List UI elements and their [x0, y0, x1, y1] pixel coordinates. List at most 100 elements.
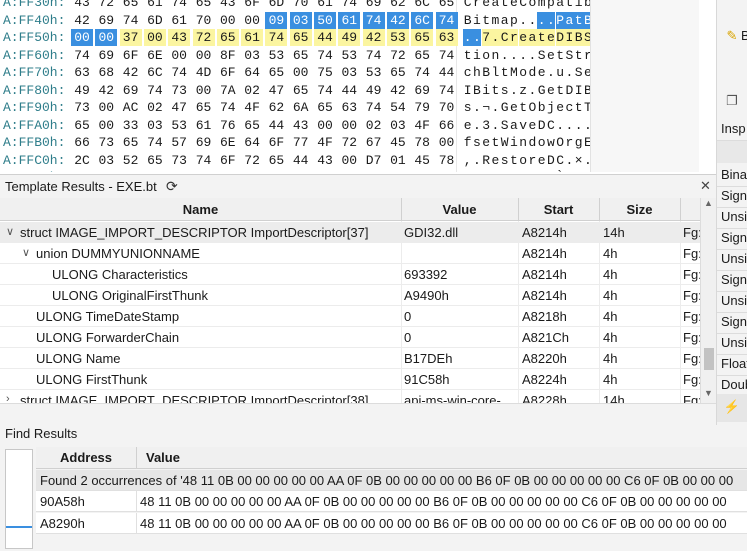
hex-char[interactable]: i [472, 47, 481, 64]
hex-byte[interactable]: 42 [71, 12, 93, 29]
hex-char[interactable]: t [565, 0, 574, 11]
hex-byte[interactable]: 00 [338, 152, 360, 169]
hex-char[interactable]: l [491, 64, 500, 81]
close-icon[interactable]: ✕ [700, 178, 711, 194]
hex-byte[interactable]: 70 [290, 0, 312, 11]
hex-char[interactable]: e [482, 169, 491, 172]
hex-char[interactable]: t [574, 47, 583, 64]
hex-byte[interactable]: 03 [338, 64, 360, 81]
hex-char[interactable]: x [491, 169, 500, 172]
hex-char[interactable]: d [528, 134, 537, 151]
hex-byte[interactable]: 7A [217, 82, 239, 99]
hex-byte[interactable]: 6C [411, 11, 434, 29]
hex-byte[interactable]: 65 [144, 152, 166, 169]
hex-char[interactable]: e [546, 82, 555, 99]
hex-char[interactable]: s [500, 152, 509, 169]
hex-char[interactable]: t [509, 152, 518, 169]
hex-byte[interactable]: 74 [144, 134, 166, 151]
hex-byte[interactable]: 00 [168, 47, 190, 64]
template-row[interactable]: › struct IMAGE_IMPORT_DESCRIPTOR ImportDe… [0, 390, 700, 403]
hex-row[interactable]: A:FF40h: 42 69 74 6D 61 70 00 00 09 03 50 61 74 42 6C 74… [0, 11, 590, 29]
hex-char[interactable]: o [519, 64, 528, 81]
hex-byte[interactable]: D7 [363, 152, 385, 169]
hex-byte[interactable]: 00 [338, 117, 360, 134]
hex-char[interactable]: D [546, 152, 555, 169]
hex-char[interactable]: G [500, 99, 509, 116]
hex-byte[interactable]: 72 [387, 47, 409, 64]
hex-byte[interactable]: 4D [193, 64, 215, 81]
hex-char[interactable]: t [574, 99, 583, 116]
hex-char[interactable]: . [472, 117, 481, 134]
hex-char[interactable]: t [491, 82, 500, 99]
hex-char[interactable]: S [583, 29, 590, 46]
template-row[interactable]: ULONG Characteristics 693392 A8214h 4h Fg: [0, 264, 700, 285]
hex-char[interactable]: C [519, 0, 528, 11]
hex-byte[interactable]: 44 [436, 64, 458, 81]
hex-byte[interactable]: 74 [71, 169, 93, 172]
hex-byte[interactable]: 63 [435, 29, 458, 46]
hex-char[interactable]: , [463, 152, 472, 169]
hex-char[interactable]: T [583, 99, 590, 116]
hex-byte[interactable]: 52 [120, 152, 142, 169]
hex-byte[interactable]: 44 [314, 29, 336, 46]
inspector-type-label[interactable]: Signe [721, 188, 747, 203]
hex-byte[interactable]: 42 [95, 82, 117, 99]
hex-byte[interactable]: 74 [314, 47, 336, 64]
hex-char[interactable]: . [565, 117, 574, 134]
hex-char[interactable]: . [546, 64, 555, 81]
hex-byte[interactable]: 33 [120, 117, 142, 134]
find-results-minimap[interactable] [5, 449, 33, 549]
hex-char[interactable]: s [463, 99, 472, 116]
hex-char[interactable]: O [509, 169, 518, 172]
hex-char[interactable]: . [546, 169, 555, 172]
hex-char[interactable]: W [500, 134, 509, 151]
hex-char[interactable]: r [509, 29, 519, 46]
chevron-down-icon[interactable]: ∨ [6, 225, 14, 238]
hex-byte[interactable]: 74 [314, 82, 336, 99]
hex-byte[interactable]: 75 [314, 64, 336, 81]
hex-char[interactable]: a [491, 0, 500, 11]
hex-byte[interactable]: 74 [338, 0, 360, 11]
hex-char[interactable]: . [490, 29, 500, 46]
hex-byte[interactable]: 65 [71, 117, 93, 134]
hex-byte[interactable]: 65 [290, 82, 312, 99]
hex-char[interactable]: C [556, 152, 565, 169]
hex-char[interactable]: i [574, 0, 583, 11]
hex-char[interactable]: t [491, 134, 500, 151]
hex-char[interactable]: b [537, 99, 546, 116]
hex-char[interactable]: o [519, 152, 528, 169]
hex-byte[interactable]: 6F [265, 134, 287, 151]
hex-char[interactable]: c [463, 64, 472, 81]
hex-byte[interactable]: 44 [290, 152, 312, 169]
hex-char[interactable]: T [472, 169, 481, 172]
hex-byte[interactable]: 00 [290, 169, 312, 172]
hex-char[interactable]: s [500, 82, 509, 99]
hex-char[interactable]: w [546, 134, 555, 151]
hex-char[interactable]: a [556, 0, 565, 11]
inspector-type-label[interactable]: Signe [721, 314, 747, 329]
hex-char[interactable]: . [574, 117, 583, 134]
hex-char[interactable]: . [583, 117, 590, 134]
hex-byte[interactable]: 72 [192, 29, 215, 46]
hex-byte[interactable]: 47 [265, 82, 287, 99]
hex-char[interactable]: s [472, 134, 481, 151]
hex-byte[interactable]: 03 [144, 117, 166, 134]
hex-char[interactable]: r [528, 152, 537, 169]
hex-char[interactable]: G [574, 169, 583, 172]
hex-char[interactable]: . [546, 11, 556, 29]
template-row[interactable]: ULONG TimeDateStamp 0 A8218h 4h Fg: [0, 306, 700, 327]
hex-byte[interactable]: 00 [193, 82, 215, 99]
hex-byte[interactable]: 4F [241, 99, 263, 116]
inspector-type-label[interactable]: Doub [721, 377, 747, 392]
hex-char[interactable]: i [482, 82, 491, 99]
hex-byte[interactable]: 00 [193, 47, 215, 64]
chevron-right-icon[interactable]: › [6, 393, 10, 403]
hex-char[interactable]: t [537, 29, 547, 46]
hex-byte[interactable]: 65 [120, 0, 142, 11]
hex-byte[interactable]: 43 [290, 117, 312, 134]
hex-char[interactable]: 3 [482, 117, 491, 134]
hex-byte[interactable]: 6F [217, 64, 239, 81]
hex-char[interactable]: a [509, 117, 518, 134]
hex-char[interactable]: t [463, 169, 472, 172]
hex-row[interactable]: A:FFD0h:74546578744F75745700D20247657454… [0, 169, 590, 172]
